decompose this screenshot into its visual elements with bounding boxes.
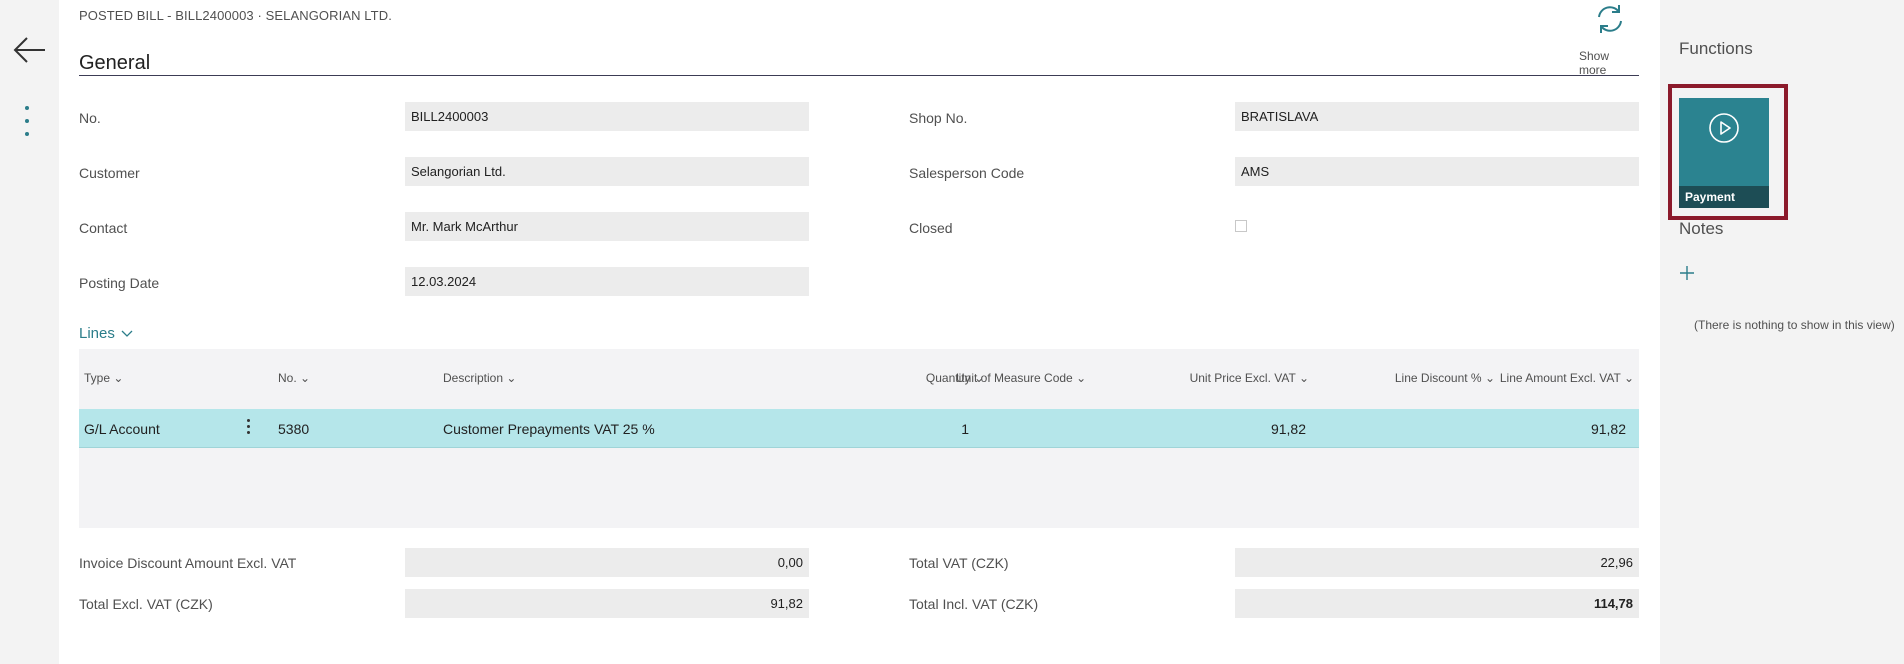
column-header-description[interactable]: Description ⌄ (443, 371, 516, 385)
show-more-link[interactable]: Show more (1579, 49, 1639, 77)
invoice-discount-label: Invoice Discount Amount Excl. VAT (79, 555, 297, 571)
customer-label: Customer (79, 165, 140, 181)
more-options-icon[interactable] (23, 106, 31, 140)
main-content: POSTED BILL - BILL2400003 · SELANGORIAN … (79, 0, 1639, 664)
salesperson-code-field[interactable]: AMS (1235, 157, 1639, 186)
total-vat-label: Total VAT (CZK) (909, 555, 1009, 571)
page-caption: POSTED BILL - BILL2400003 · SELANGORIAN … (79, 8, 392, 23)
row-unit-price[interactable]: 91,82 (1109, 421, 1306, 437)
total-excl-vat-field: 91,82 (405, 589, 809, 618)
chevron-down-icon: ⌄ (113, 371, 124, 385)
shop-no-field[interactable]: BRATISLAVA (1235, 102, 1639, 131)
play-circle-icon (1709, 113, 1739, 143)
customer-field[interactable]: Selangorian Ltd. (405, 157, 809, 186)
lines-title-label: Lines (79, 325, 115, 342)
chevron-down-icon (121, 330, 133, 337)
row-type[interactable]: G/L Account (84, 421, 160, 437)
row-quantity[interactable]: 1 (864, 421, 969, 437)
column-header-uom[interactable]: Unit of Measure Code ⌄ (956, 371, 1086, 385)
salesperson-code-label: Salesperson Code (909, 165, 1025, 181)
lines-grid: Type ⌄ No. ⌄ Description ⌄ Quantity ⌄ Un… (79, 349, 1639, 528)
total-incl-vat-label: Total Incl. VAT (CZK) (909, 596, 1039, 612)
chevron-down-icon: ⌄ (1623, 371, 1634, 385)
notes-title: Notes (1679, 219, 1724, 238)
row-line-amount[interactable]: 91,82 (1479, 421, 1626, 437)
contact-field[interactable]: Mr. Mark McArthur (405, 212, 809, 241)
contact-label: Contact (79, 220, 128, 236)
invoice-discount-field[interactable]: 0,00 (405, 548, 809, 577)
posting-date-label: Posting Date (79, 275, 160, 291)
posting-date-field[interactable]: 12.03.2024 (405, 267, 809, 296)
column-header-unit-price[interactable]: Unit Price Excl. VAT ⌄ (1109, 371, 1309, 385)
empty-notes-message: (There is nothing to show in this view) (1694, 318, 1895, 332)
table-row[interactable]: G/L Account 5380 Customer Prepayments VA… (79, 409, 1639, 448)
lines-section-title[interactable]: Lines (79, 325, 133, 342)
chevron-down-icon: ⌄ (300, 371, 311, 385)
chevron-down-icon: ⌄ (1076, 371, 1087, 385)
refresh-icon[interactable] (1593, 2, 1627, 36)
row-description[interactable]: Customer Prepayments VAT 25 % (443, 421, 655, 437)
closed-label: Closed (909, 220, 953, 236)
column-header-line-amount[interactable]: Line Amount Excl. VAT ⌄ (1479, 371, 1634, 385)
closed-checkbox[interactable] (1235, 220, 1247, 232)
column-header-line-discount[interactable]: Line Discount % ⌄ (1309, 371, 1495, 385)
add-note-icon[interactable] (1679, 265, 1695, 281)
functions-title: Functions (1679, 39, 1753, 58)
no-label: No. (79, 110, 101, 126)
row-no[interactable]: 5380 (278, 421, 309, 437)
row-menu-icon[interactable] (246, 419, 250, 437)
no-field[interactable]: BILL2400003 (405, 102, 809, 131)
total-incl-vat-field: 114,78 (1235, 589, 1639, 618)
section-title-general[interactable]: General (79, 52, 150, 75)
section-divider (79, 75, 1639, 76)
column-header-no[interactable]: No. ⌄ (278, 371, 310, 385)
chevron-down-icon: ⌄ (1298, 371, 1309, 385)
left-rail (0, 0, 59, 664)
factbox-pane: Functions Payment Notes (There is nothin… (1660, 0, 1904, 664)
shop-no-label: Shop No. (909, 110, 968, 126)
payment-label: Payment (1679, 186, 1769, 208)
back-arrow-icon[interactable] (12, 32, 48, 68)
total-excl-vat-label: Total Excl. VAT (CZK) (79, 596, 213, 612)
column-header-type[interactable]: Type ⌄ (84, 371, 123, 385)
total-vat-field: 22,96 (1235, 548, 1639, 577)
chevron-down-icon: ⌄ (506, 371, 517, 385)
payment-tile-button[interactable]: Payment (1679, 98, 1769, 208)
